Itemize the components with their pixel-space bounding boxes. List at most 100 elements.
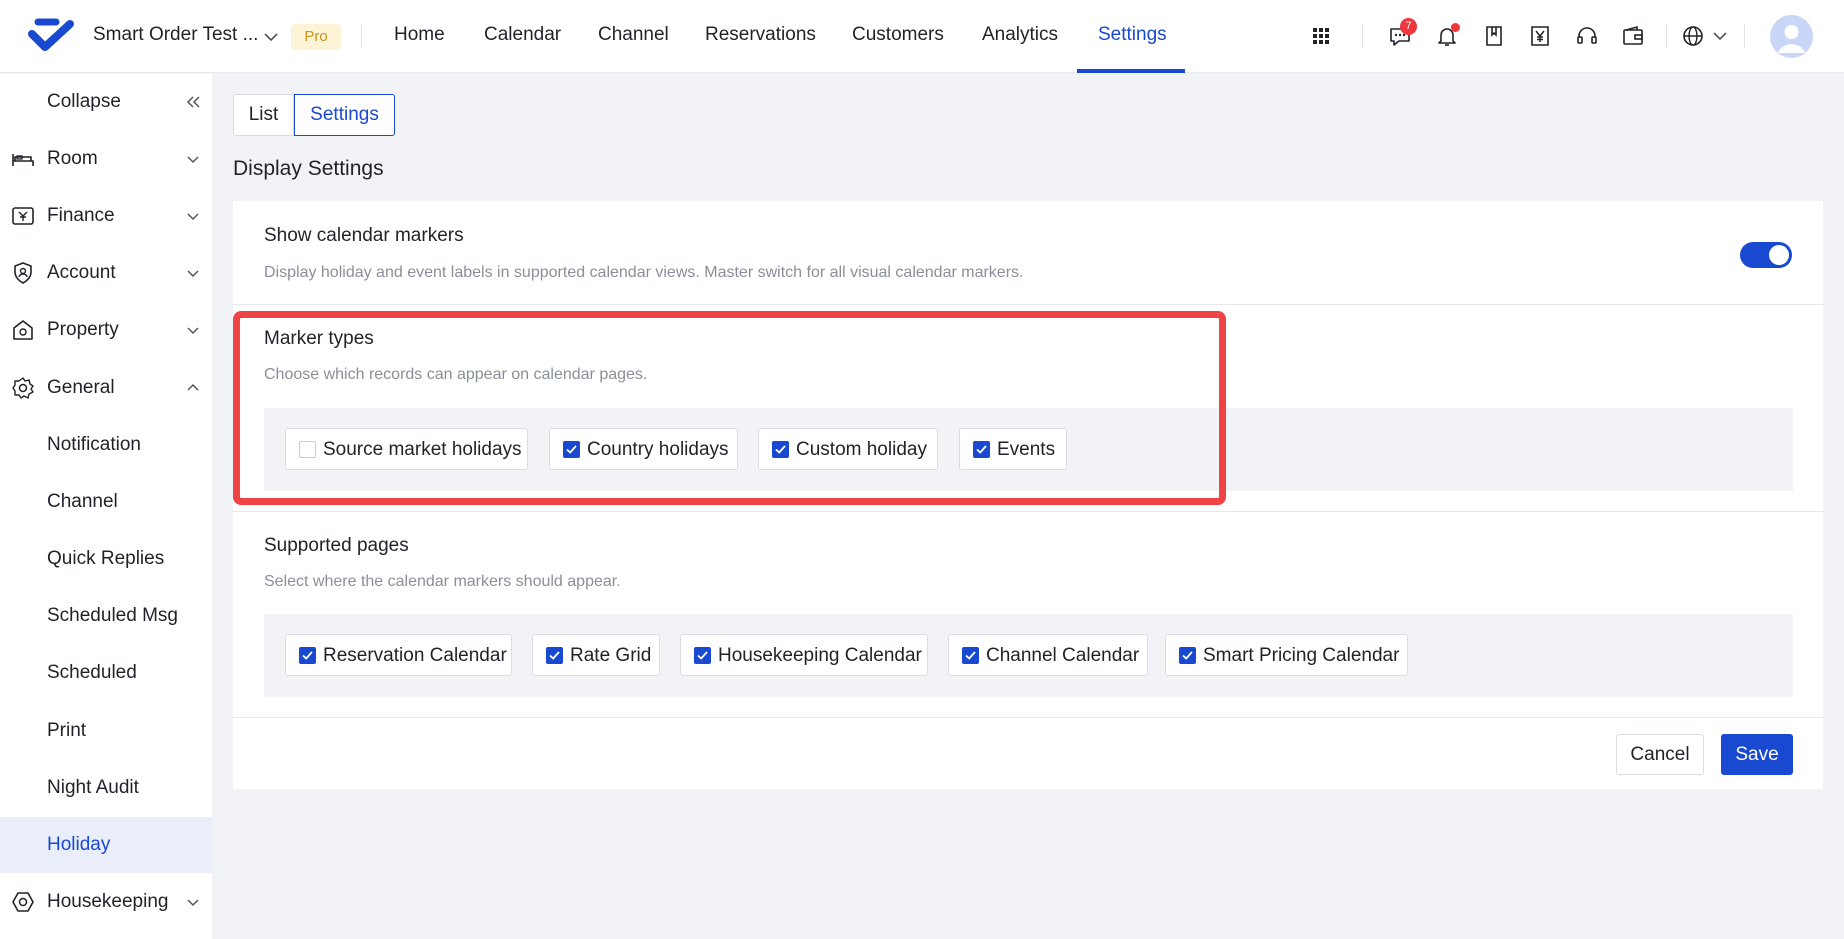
checkbox-label: Reservation Calendar xyxy=(323,645,507,666)
tab-settings[interactable]: Settings xyxy=(294,94,395,136)
message-count-badge: 7 xyxy=(1400,18,1417,35)
checkmark-icon xyxy=(965,651,976,660)
nav-analytics[interactable]: Analytics xyxy=(982,24,1058,46)
nav-reservations[interactable]: Reservations xyxy=(705,24,816,46)
user-avatar-icon xyxy=(1778,25,1805,53)
apps-grid-icon[interactable] xyxy=(1309,24,1333,48)
divider xyxy=(233,304,1823,305)
sidebar-item-scheduled-msg[interactable]: Scheduled Msg xyxy=(0,588,212,644)
checkbox-label: Rate Grid xyxy=(570,645,652,666)
nav-channel[interactable]: Channel xyxy=(598,24,669,46)
sidebar-item-property[interactable]: Property xyxy=(0,302,212,358)
avatar[interactable] xyxy=(1770,15,1813,58)
checkbox-smart-pricing-calendar[interactable]: Smart Pricing Calendar xyxy=(1165,634,1408,676)
cancel-button[interactable]: Cancel xyxy=(1616,734,1704,775)
checkmark-icon xyxy=(302,651,313,660)
sidebar-item-label: General xyxy=(47,377,115,398)
sidebar-item-label: Notification xyxy=(47,434,141,455)
app-logo-icon[interactable] xyxy=(28,16,74,56)
checkbox-channel-calendar[interactable]: Channel Calendar xyxy=(948,634,1148,676)
sidebar-item-label: Room xyxy=(47,148,98,169)
divider xyxy=(1744,24,1745,48)
chevron-up-icon xyxy=(187,383,199,391)
show-markers-title: Show calendar markers xyxy=(264,225,464,246)
sidebar-item-notification[interactable]: Notification xyxy=(0,417,212,473)
sidebar-item-room[interactable]: Room xyxy=(0,131,212,187)
chevron-down-icon xyxy=(187,327,199,335)
globe-icon[interactable] xyxy=(1681,24,1705,48)
divider xyxy=(1666,24,1667,48)
chevron-down-icon xyxy=(187,156,199,164)
page-title: Display Settings xyxy=(233,157,384,180)
supported-pages-title: Supported pages xyxy=(264,535,409,556)
sidebar-item-label: Night Audit xyxy=(47,777,139,798)
double-chevron-left-icon[interactable] xyxy=(184,93,202,111)
sidebar-item-label: Scheduled xyxy=(47,662,137,683)
checkbox-housekeeping-calendar[interactable]: Housekeeping Calendar xyxy=(680,634,928,676)
finance-icon xyxy=(12,207,34,225)
checkbox-checked[interactable] xyxy=(1179,647,1196,664)
sidebar-item-scheduled[interactable]: Scheduled xyxy=(0,645,212,701)
checkbox-label: Channel Calendar xyxy=(986,645,1140,666)
top-navigation-bar: Smart Order Test ... Pro Home Calendar C… xyxy=(0,0,1844,73)
plan-badge: Pro xyxy=(291,24,341,50)
sidebar-item-finance[interactable]: Finance xyxy=(0,188,212,244)
sidebar-item-label: Finance xyxy=(47,205,115,226)
yen-icon[interactable] xyxy=(1528,24,1552,48)
bookmark-icon[interactable] xyxy=(1482,24,1506,48)
supported-pages-description: Select where the calendar markers should… xyxy=(264,573,621,590)
show-markers-description: Display holiday and event labels in supp… xyxy=(264,264,1024,281)
chevron-down-icon[interactable] xyxy=(262,28,280,46)
chevron-down-icon xyxy=(187,213,199,221)
organization-name[interactable]: Smart Order Test ... xyxy=(93,24,258,46)
checkbox-checked[interactable] xyxy=(546,647,563,664)
active-nav-indicator xyxy=(1077,69,1185,73)
nav-home[interactable]: Home xyxy=(394,24,445,46)
headset-icon[interactable] xyxy=(1575,24,1599,48)
sidebar-item-label: Channel xyxy=(47,491,118,512)
sidebar-item-night-audit[interactable]: Night Audit xyxy=(0,760,212,816)
sidebar-item-label: Housekeeping xyxy=(47,891,169,912)
checkbox-reservation-calendar[interactable]: Reservation Calendar xyxy=(285,634,512,676)
sidebar: Collapse Room Finance Account Property G… xyxy=(0,74,212,939)
sidebar-collapse[interactable]: Collapse xyxy=(0,74,212,130)
divider xyxy=(1362,24,1363,48)
divider xyxy=(233,511,1823,512)
show-markers-toggle[interactable] xyxy=(1740,242,1792,268)
checkbox-checked[interactable] xyxy=(962,647,979,664)
sidebar-item-label: Quick Replies xyxy=(47,548,165,569)
toggle-knob xyxy=(1769,245,1789,265)
bed-icon xyxy=(12,154,34,166)
wallet-icon[interactable] xyxy=(1621,24,1645,48)
checkmark-icon xyxy=(549,651,560,660)
checkbox-rate-grid[interactable]: Rate Grid xyxy=(532,634,660,676)
sidebar-item-housekeeping[interactable]: Housekeeping xyxy=(0,874,212,930)
checkmark-icon xyxy=(1182,651,1193,660)
sidebar-item-general[interactable]: General xyxy=(0,360,212,416)
highlight-box xyxy=(233,311,1226,505)
checkbox-checked[interactable] xyxy=(694,647,711,664)
sidebar-item-holiday[interactable]: Holiday xyxy=(0,817,212,873)
sidebar-item-label: Print xyxy=(47,720,87,741)
sidebar-item-channel[interactable]: Channel xyxy=(0,474,212,530)
sidebar-item-label: Property xyxy=(47,319,119,340)
nav-customers[interactable]: Customers xyxy=(852,24,944,46)
nav-settings[interactable]: Settings xyxy=(1098,24,1167,46)
notification-dot xyxy=(1451,23,1460,32)
nav-calendar[interactable]: Calendar xyxy=(484,24,561,46)
chevron-down-icon xyxy=(187,899,199,907)
chevron-down-icon[interactable] xyxy=(1711,24,1729,48)
checkbox-label: Smart Pricing Calendar xyxy=(1203,645,1400,666)
housekeeping-icon xyxy=(12,892,34,912)
sidebar-item-label: Scheduled Msg xyxy=(47,605,178,626)
sidebar-collapse-label: Collapse xyxy=(47,91,121,112)
divider xyxy=(361,24,362,48)
account-shield-icon xyxy=(14,262,32,284)
sidebar-item-quick-replies[interactable]: Quick Replies xyxy=(0,531,212,587)
tab-list[interactable]: List xyxy=(233,94,294,136)
sidebar-item-account[interactable]: Account xyxy=(0,245,212,301)
sidebar-item-print[interactable]: Print xyxy=(0,703,212,759)
checkbox-checked[interactable] xyxy=(299,647,316,664)
save-button[interactable]: Save xyxy=(1721,734,1793,775)
divider xyxy=(233,717,1823,718)
